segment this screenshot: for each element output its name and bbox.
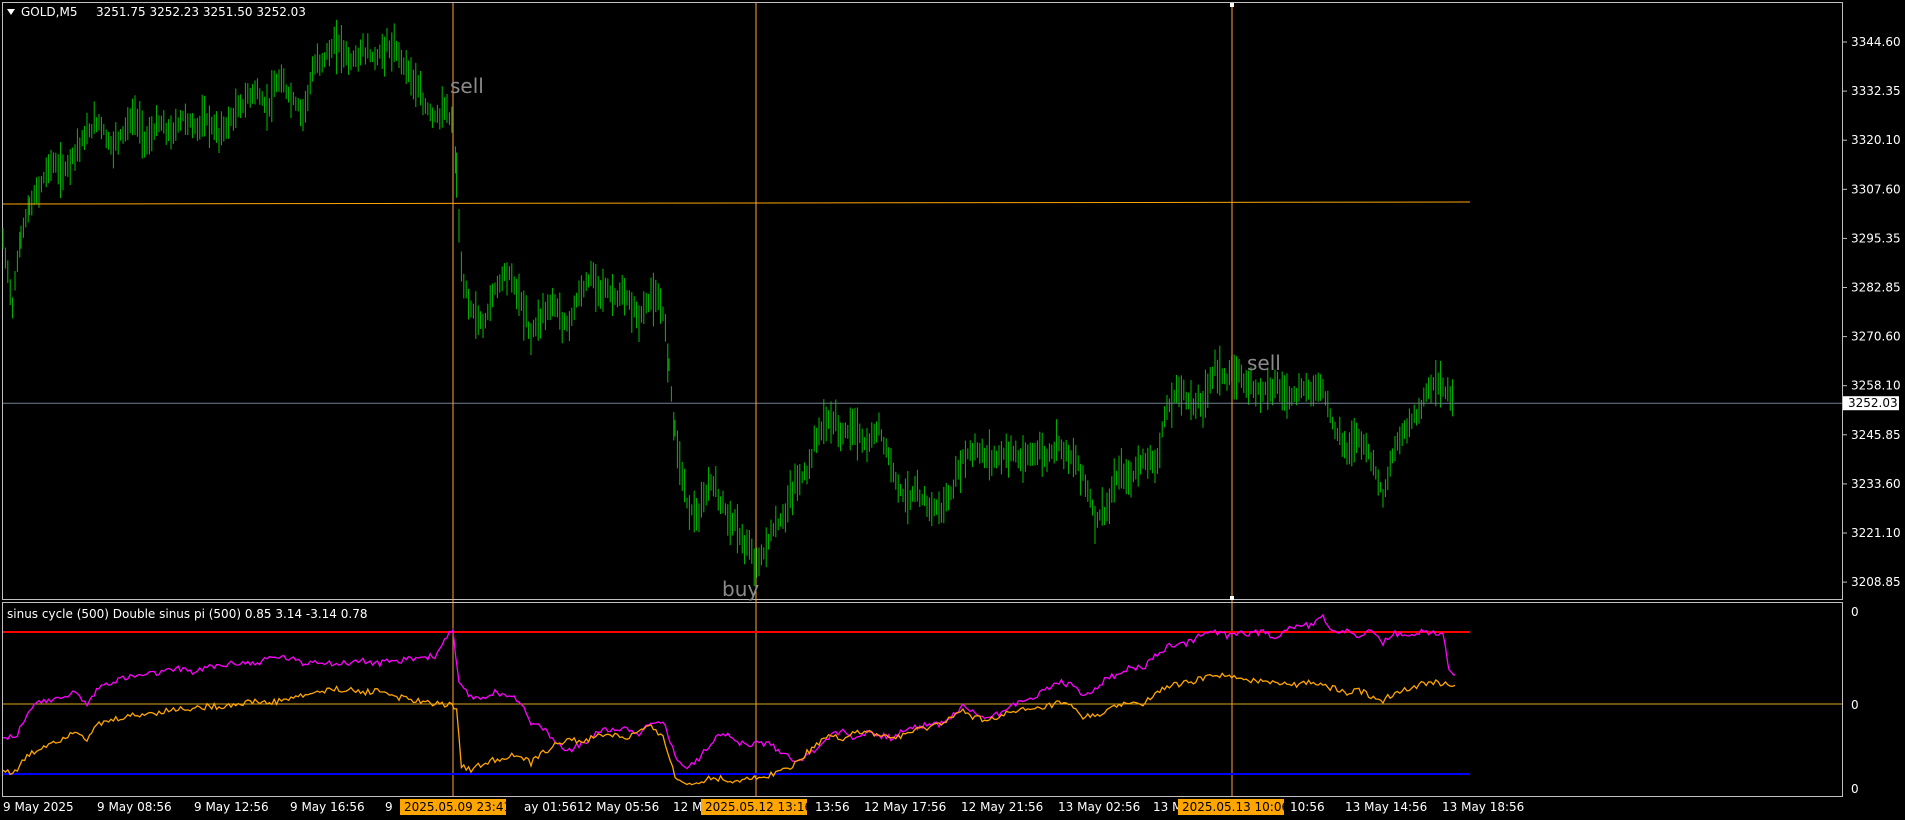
indicator-axis-label: 0 (1851, 782, 1859, 796)
chart-background (0, 0, 1905, 820)
sell-signal-1: sell (450, 74, 484, 98)
price-axis-label: 3233.60 (1851, 477, 1901, 491)
time-axis-label: 12 M (673, 800, 702, 814)
time-axis-label: 12 May 05:56 (577, 800, 659, 814)
cursor-time-tag-label: 2025.05.13 10:06 (1182, 800, 1289, 814)
price-axis-label: 3258.10 (1851, 379, 1901, 393)
chart-header: GOLD,M5 3251.75 3252.23 3251.50 3252.03 (7, 5, 306, 19)
indicator-axis-label: 0 (1851, 605, 1859, 619)
time-axis-label: 9 May 08:56 (97, 800, 172, 814)
price-axis-label: 3221.10 (1851, 526, 1901, 540)
price-axis-label: 3320.10 (1851, 133, 1901, 147)
time-axis-label: 10:56 (1290, 800, 1325, 814)
time-axis-label: 12 May 21:56 (961, 800, 1043, 814)
cursor-handle-bottom[interactable] (1230, 596, 1234, 600)
time-axis-label: 13 May 14:56 (1345, 800, 1427, 814)
time-axis-label: 9 May 16:56 (290, 800, 365, 814)
current-price-tag-label: 3252.03 (1848, 396, 1898, 410)
price-axis-label: 3282.85 (1851, 281, 1901, 295)
indicator-title: sinus cycle (500) Double sinus pi (500) … (7, 607, 367, 621)
cursor-handle-top[interactable] (1230, 3, 1234, 7)
time-axis: 9 May 2025 9 May 08:56 9 May 12:56 9 May 16… (3, 799, 1524, 815)
time-axis-label: 9 (385, 800, 393, 814)
sell-signal-2: sell (1247, 351, 1281, 375)
cursor-time-tag-label: 2025.05.12 13:16 (705, 800, 812, 814)
cursor-time-tag-label: 2025.05.09 23:41 (404, 800, 511, 814)
price-axis-label: 3344.60 (1851, 35, 1901, 49)
time-axis-label: ay 01:56 (524, 800, 577, 814)
price-axis-label: 3307.60 (1851, 182, 1901, 196)
price-axis-label: 3270.60 (1851, 330, 1901, 344)
time-axis-label: 13 May 02:56 (1058, 800, 1140, 814)
time-axis-label: 13:56 (815, 800, 850, 814)
symbol-label: GOLD,M5 (21, 5, 77, 19)
time-axis-label: 9 May 12:56 (194, 800, 269, 814)
price-axis-label: 3295.35 (1851, 231, 1901, 245)
time-axis-label: 9 May 2025 (3, 800, 74, 814)
chart-window[interactable]: sell buy sell 3344.60 3332.35 3320.10 3307.60… (0, 0, 1905, 820)
indicator-axis-label: 0 (1851, 698, 1859, 712)
buy-signal: buy (722, 577, 759, 601)
price-axis-label: 3245.85 (1851, 428, 1901, 442)
time-axis-label: 12 May 17:56 (864, 800, 946, 814)
price-axis-label: 3208.85 (1851, 575, 1901, 589)
time-axis-label: 13 May 18:56 (1442, 800, 1524, 814)
price-axis-label: 3332.35 (1851, 84, 1901, 98)
ohlc-label: 3251.75 3252.23 3251.50 3252.03 (96, 5, 306, 19)
